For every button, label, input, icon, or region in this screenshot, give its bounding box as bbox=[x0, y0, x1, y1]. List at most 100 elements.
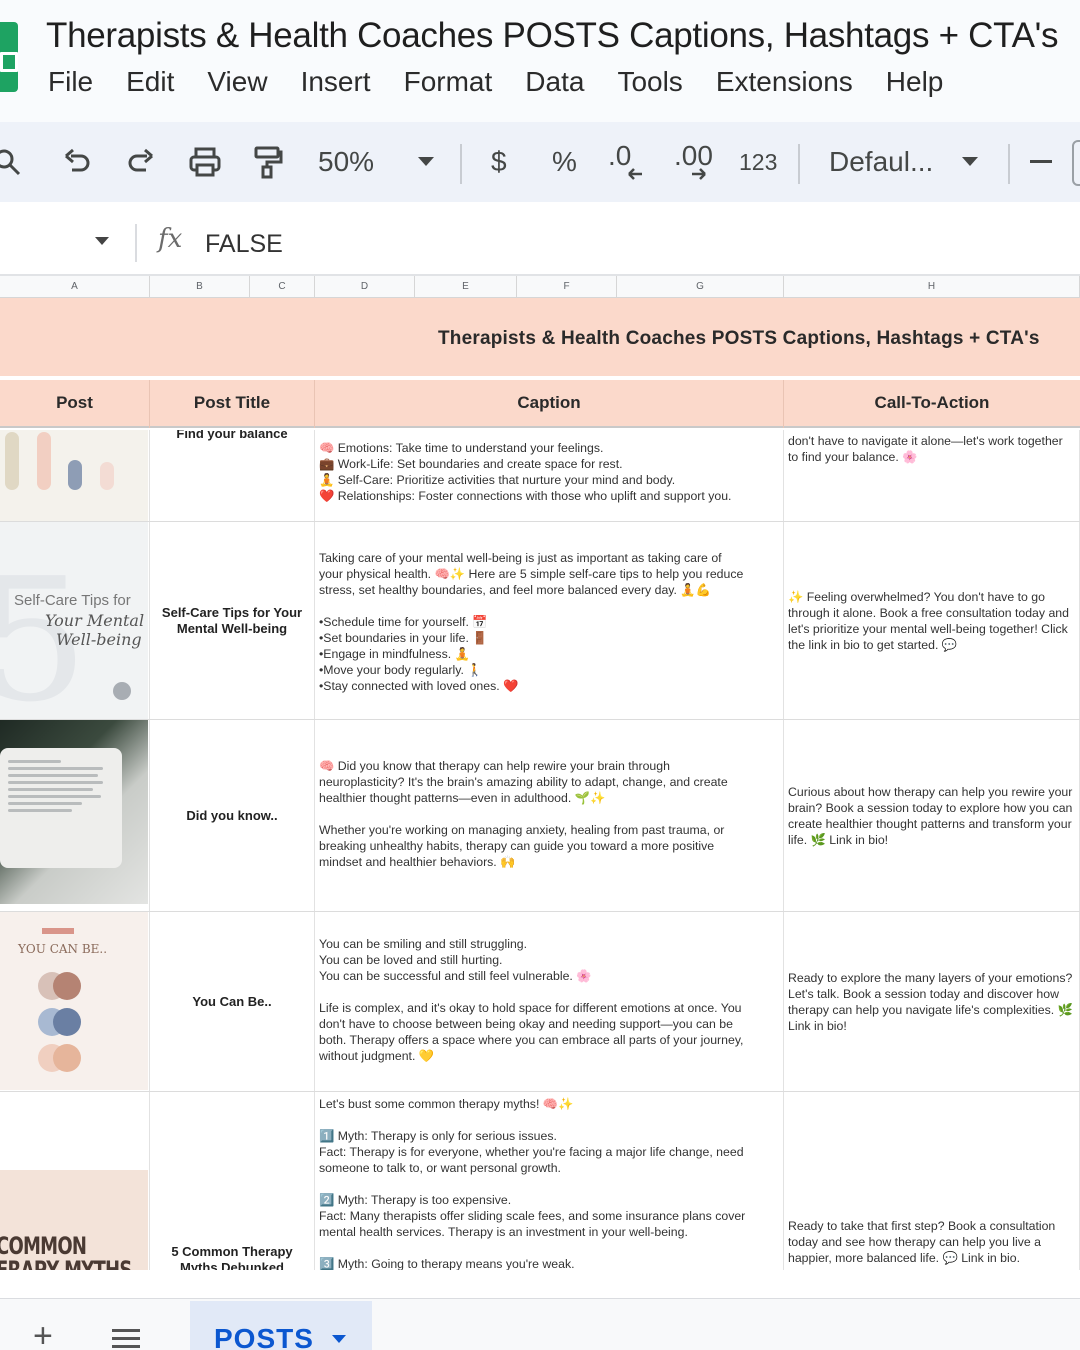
menu-insert[interactable]: Insert bbox=[301, 66, 371, 98]
print-icon[interactable] bbox=[188, 122, 222, 202]
column-header-g[interactable]: G bbox=[617, 276, 784, 298]
column-header-b[interactable]: B bbox=[150, 276, 250, 298]
decrease-decimal-button[interactable]: .0 bbox=[608, 122, 642, 202]
post-title: Did you know.. bbox=[186, 807, 278, 823]
post-image-cell[interactable] bbox=[0, 720, 150, 911]
post-image-cell[interactable]: COMMON ERAPY MYTHS bbox=[0, 1092, 150, 1270]
font-select[interactable]: Defaul... bbox=[829, 122, 933, 202]
percent-button[interactable]: % bbox=[552, 122, 577, 202]
arrow-left-icon bbox=[628, 168, 642, 180]
font-chevron-down-icon[interactable] bbox=[962, 122, 978, 202]
caption-line: Taking care of your mental well-being is… bbox=[319, 551, 722, 565]
document-title[interactable]: Therapists & Health Coaches POSTS Captio… bbox=[46, 16, 1059, 56]
column-header-e[interactable]: E bbox=[415, 276, 517, 298]
cta-cell[interactable]: ✨ Feeling overwhelmed? You don't have to… bbox=[784, 522, 1080, 719]
more-formats-button[interactable]: 123 bbox=[739, 122, 777, 202]
search-icon[interactable] bbox=[0, 122, 24, 202]
menu-edit[interactable]: Edit bbox=[126, 66, 174, 98]
menu-file[interactable]: File bbox=[48, 66, 93, 98]
caption-cell[interactable]: Taking care of your mental well-being is… bbox=[315, 522, 784, 719]
post-thumbnail-did-you-know bbox=[0, 720, 148, 904]
cta-cell[interactable]: don't have to navigate it alone—let's wo… bbox=[784, 430, 1080, 521]
caption-line bbox=[319, 598, 779, 614]
caption-line: Fact: Therapy is for everyone, whether y… bbox=[319, 1145, 744, 1159]
font-value: Defaul... bbox=[829, 146, 934, 177]
caption-cell[interactable]: 🧠 Did you know that therapy can help rew… bbox=[315, 720, 784, 911]
menu-view[interactable]: View bbox=[207, 66, 267, 98]
add-sheet-button[interactable]: + bbox=[33, 1319, 53, 1350]
sheets-logo-icon[interactable] bbox=[0, 22, 18, 92]
cta-text: don't have to navigate it alone—let's wo… bbox=[788, 434, 1063, 464]
column-header-c[interactable]: C bbox=[250, 276, 315, 298]
sheet-tab-chevron-down-icon[interactable] bbox=[332, 1335, 346, 1343]
menu-help[interactable]: Help bbox=[886, 66, 944, 98]
fx-icon: fx bbox=[158, 224, 183, 254]
increase-decimal-button[interactable]: .00 bbox=[674, 122, 713, 202]
header-cta[interactable]: Call-To-Action bbox=[784, 380, 1080, 428]
thumbnail-text: Your Mental bbox=[45, 611, 145, 630]
post-thumbnail-therapy-myths: COMMON ERAPY MYTHS bbox=[0, 1170, 148, 1270]
toolbar: 50% $ % .0 .00 123 Defaul... bbox=[0, 122, 1080, 202]
cta-text: Ready to explore the many layers of your… bbox=[788, 970, 1073, 1033]
thumbnail-text: Self-Care Tips for bbox=[14, 592, 131, 609]
thumbnail-circle bbox=[53, 1008, 81, 1036]
zoom-chevron-down-icon[interactable] bbox=[418, 122, 434, 202]
cta-cell[interactable]: Ready to take that first step? Book a co… bbox=[784, 1092, 1080, 1270]
caption-cell[interactable]: 🧠 Emotions: Take time to understand your… bbox=[315, 430, 784, 521]
post-title-cell[interactable]: 5 Common Therapy Myths Debunked bbox=[150, 1092, 315, 1270]
font-size-decrease-button[interactable] bbox=[1030, 122, 1052, 202]
menu-extensions[interactable]: Extensions bbox=[716, 66, 853, 98]
menu-format[interactable]: Format bbox=[404, 66, 493, 98]
header-caption[interactable]: Caption bbox=[315, 380, 784, 428]
post-image-cell[interactable]: 5 Self-Care Tips for Your Mental Well-be… bbox=[0, 522, 150, 719]
font-size-input[interactable] bbox=[1072, 140, 1080, 186]
menu-data[interactable]: Data bbox=[525, 66, 584, 98]
paint-format-icon[interactable] bbox=[253, 122, 283, 202]
caption-line: Whether you're working on managing anxie… bbox=[319, 823, 725, 837]
caption-line: 🧘 Self-Care: Prioritize activities that … bbox=[319, 473, 676, 487]
column-header-a[interactable]: A bbox=[0, 276, 150, 298]
thumbnail-bar bbox=[5, 432, 19, 490]
formula-input[interactable]: FALSE bbox=[205, 230, 283, 259]
caption-line: 💼 Work-Life: Set boundaries and create s… bbox=[319, 457, 623, 471]
table-header-row: Post Post Title Caption Call-To-Action bbox=[0, 380, 1080, 428]
zoom-select[interactable]: 50% bbox=[318, 122, 374, 202]
undo-icon[interactable] bbox=[62, 122, 92, 202]
caption-cell[interactable]: Let's bust some common therapy myths! 🧠✨… bbox=[315, 1092, 784, 1270]
formula-divider bbox=[135, 224, 137, 262]
caption-line: •Engage in mindfulness. 🧘 bbox=[319, 647, 470, 661]
post-thumbnail-balance bbox=[0, 430, 148, 521]
thumbnail-tag bbox=[42, 928, 74, 934]
cta-cell[interactable]: Ready to explore the many layers of your… bbox=[784, 912, 1080, 1091]
sheet-banner[interactable]: Therapists & Health Coaches POSTS Captio… bbox=[0, 298, 1080, 378]
caption-line: Fact: Many therapists offer sliding scal… bbox=[319, 1209, 746, 1223]
menu-tools[interactable]: Tools bbox=[617, 66, 682, 98]
caption-cell[interactable]: You can be smiling and still struggling.… bbox=[315, 912, 784, 1091]
post-title: Self-Care Tips for Your Mental Well-bein… bbox=[161, 604, 303, 636]
header-post-title[interactable]: Post Title bbox=[150, 380, 315, 428]
post-title-cell[interactable]: You Can Be.. bbox=[150, 912, 315, 1091]
column-header-d[interactable]: D bbox=[315, 276, 415, 298]
more-formats-label: 123 bbox=[739, 148, 778, 175]
redo-icon[interactable] bbox=[126, 122, 156, 202]
header-post[interactable]: Post bbox=[0, 380, 150, 428]
cta-cell[interactable]: Curious about how therapy can help you r… bbox=[784, 720, 1080, 911]
post-title-cell[interactable]: Find your balance bbox=[150, 430, 315, 521]
caption-line: 🧠 Did you know that therapy can help rew… bbox=[319, 759, 670, 773]
name-box-chevron-down-icon[interactable] bbox=[95, 237, 109, 245]
caption-line: •Schedule time for yourself. 📅 bbox=[319, 615, 488, 629]
all-sheets-menu-icon[interactable] bbox=[112, 1329, 140, 1350]
sheet-tab-posts[interactable]: POSTS bbox=[190, 1301, 372, 1350]
post-image-cell[interactable]: YOU CAN BE.. bbox=[0, 912, 150, 1091]
table-row: Did you know.. 🧠 Did you know that thera… bbox=[0, 720, 1080, 912]
sheet-title: Therapists & Health Coaches POSTS Captio… bbox=[438, 328, 1040, 349]
caption-line: healthier thought patterns—even in adult… bbox=[319, 791, 606, 805]
post-title-cell[interactable]: Did you know.. bbox=[150, 720, 315, 911]
post-image-cell[interactable] bbox=[0, 430, 150, 521]
column-header-h[interactable]: H bbox=[784, 276, 1080, 298]
post-title-cell[interactable]: Self-Care Tips for Your Mental Well-bein… bbox=[150, 522, 315, 719]
thumbnail-bar bbox=[68, 460, 82, 490]
caption-line bbox=[319, 806, 779, 822]
currency-button[interactable]: $ bbox=[491, 122, 507, 202]
column-header-f[interactable]: F bbox=[517, 276, 617, 298]
